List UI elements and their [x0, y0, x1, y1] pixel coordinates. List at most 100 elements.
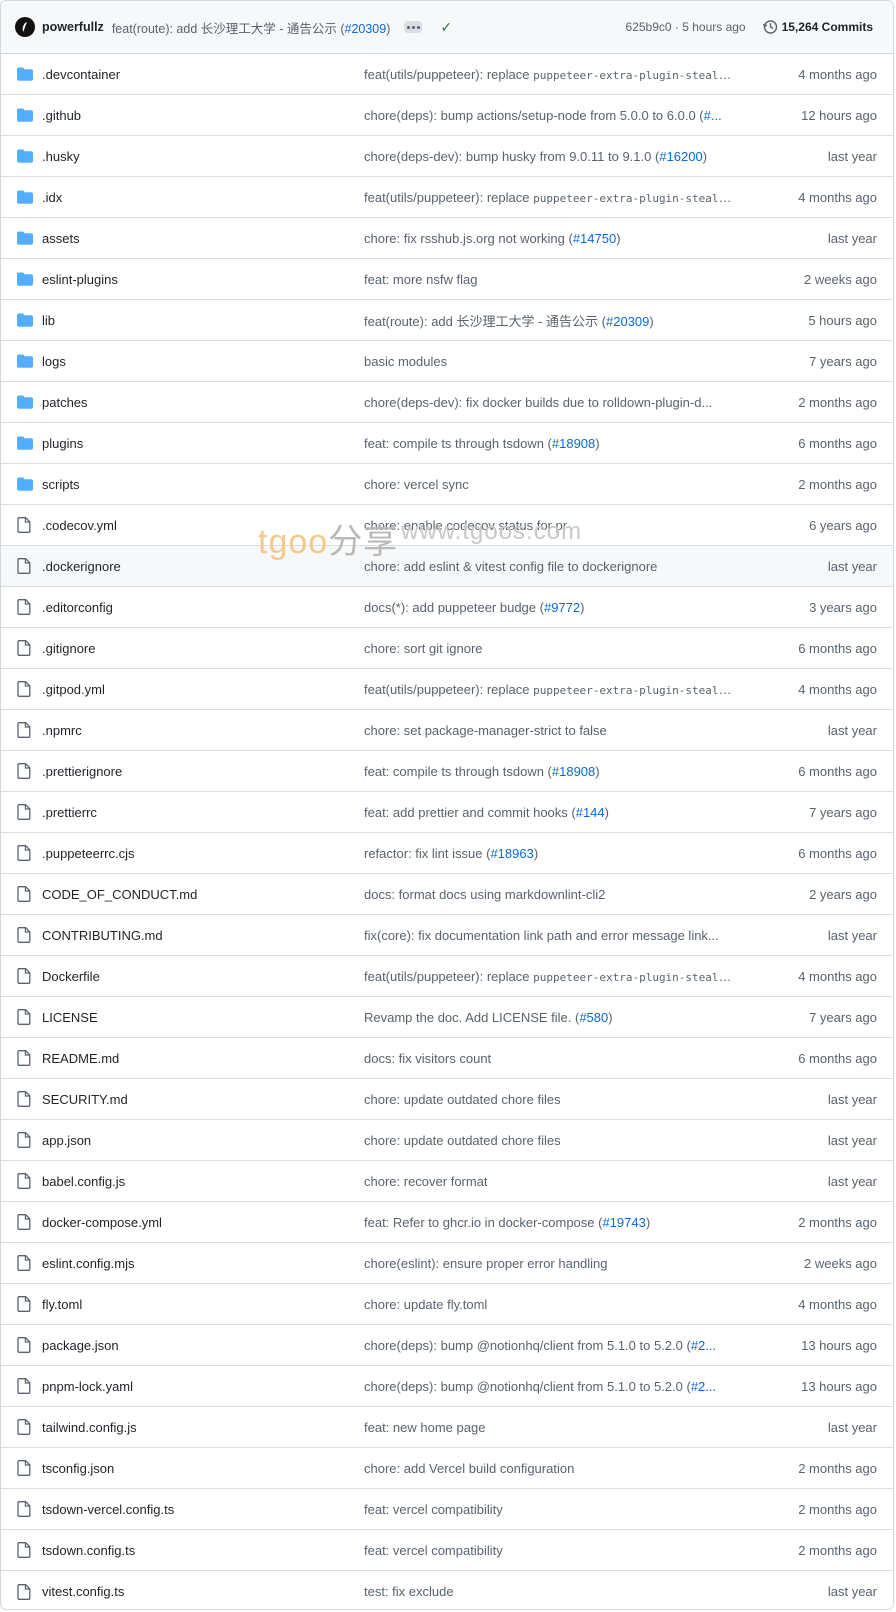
commit-pr-link[interactable]: #18908	[552, 764, 595, 779]
commit-message-link[interactable]: chore: set package-manager-strict to fal…	[364, 723, 740, 738]
table-row[interactable]: .prettierignore feat: compile ts through …	[1, 751, 893, 792]
commit-text[interactable]: chore: enable codecov status for pr	[364, 518, 567, 533]
commit-message-link[interactable]: chore: add Vercel build configuration	[364, 1461, 740, 1476]
commit-text[interactable]: chore: update outdated chore files	[364, 1133, 561, 1148]
commit-message-link[interactable]: chore: fix rsshub.js.org not working (#1…	[364, 231, 740, 246]
commit-age[interactable]: 2 weeks ago	[740, 272, 893, 287]
commit-age[interactable]: 6 months ago	[740, 764, 893, 779]
commit-text[interactable]: fix(core): fix documentation link path a…	[364, 928, 719, 943]
file-name-link[interactable]: CODE_OF_CONDUCT.md	[42, 887, 364, 902]
file-name-link[interactable]: docker-compose.yml	[42, 1215, 364, 1230]
file-name-link[interactable]: lib	[42, 313, 364, 328]
file-name-link[interactable]: babel.config.js	[42, 1174, 364, 1189]
commit-text[interactable]: chore: fix rsshub.js.org not working (	[364, 231, 573, 246]
table-row[interactable]: tailwind.config.js feat: new home page las…	[1, 1407, 893, 1448]
commit-age[interactable]: 3 years ago	[740, 600, 893, 615]
table-row[interactable]: tsdown.config.ts feat: vercel compatibili…	[1, 1530, 893, 1571]
commit-message-link[interactable]: feat: compile ts through tsdown (#18908)	[364, 764, 740, 779]
commit-age[interactable]: last year	[740, 1174, 893, 1189]
commit-age[interactable]: 5 hours ago	[740, 313, 893, 328]
expand-commit-button[interactable]	[404, 21, 423, 33]
commit-age[interactable]: 6 years ago	[740, 518, 893, 533]
table-row[interactable]: README.md docs: fix visitors count 6 month…	[1, 1038, 893, 1079]
commit-text[interactable]: docs(*): add puppeteer budge (	[364, 600, 544, 615]
commit-age[interactable]: 2 months ago	[740, 395, 893, 410]
commit-text[interactable]: feat: vercel compatibility	[364, 1543, 503, 1558]
commit-message-link[interactable]: chore(deps): bump actions/setup-node fro…	[364, 108, 740, 123]
commit-message-link[interactable]: feat(utils/puppeteer): replace puppeteer…	[364, 969, 740, 984]
table-row[interactable]: patches chore(deps-dev): fix docker build…	[1, 382, 893, 423]
commit-age[interactable]: last year	[740, 559, 893, 574]
table-row[interactable]: .npmrc chore: set package-manager-strict …	[1, 710, 893, 751]
commit-message-link[interactable]: chore: update outdated chore files	[364, 1133, 740, 1148]
commit-text[interactable]: chore: set package-manager-strict to fal…	[364, 723, 607, 738]
file-name-link[interactable]: vitest.config.ts	[42, 1584, 364, 1599]
commit-age[interactable]: last year	[740, 1133, 893, 1148]
commit-age[interactable]: 12 hours ago	[740, 108, 893, 123]
file-name-link[interactable]: assets	[42, 231, 364, 246]
file-name-link[interactable]: tsdown-vercel.config.ts	[42, 1502, 364, 1517]
commit-message-link[interactable]: docs: fix visitors count	[364, 1051, 740, 1066]
commit-text[interactable]: chore(deps-dev): fix docker builds due t…	[364, 395, 712, 410]
commit-pr-link[interactable]: #20309	[345, 22, 387, 36]
commit-text[interactable]: docs: fix visitors count	[364, 1051, 491, 1066]
table-row[interactable]: Dockerfile feat(utils/puppeteer): replace…	[1, 956, 893, 997]
commit-message-link[interactable]: chore: update fly.toml	[364, 1297, 740, 1312]
commit-text[interactable]: feat(utils/puppeteer): replace	[364, 190, 533, 205]
file-name-link[interactable]: README.md	[42, 1051, 364, 1066]
commit-pr-link[interactable]: #16200	[659, 149, 702, 164]
commit-age[interactable]: 7 years ago	[740, 805, 893, 820]
file-name-link[interactable]: .codecov.yml	[42, 518, 364, 533]
commit-age[interactable]: 4 months ago	[740, 1297, 893, 1312]
commit-message-link[interactable]: chore(deps): bump @notionhq/client from …	[364, 1338, 740, 1353]
table-row[interactable]: CONTRIBUTING.md fix(core): fix documentat…	[1, 915, 893, 956]
commit-pr-link[interactable]: #9772	[544, 600, 580, 615]
table-row[interactable]: fly.toml chore: update fly.toml 4 months a…	[1, 1284, 893, 1325]
table-row[interactable]: .codecov.yml chore: enable codecov status…	[1, 505, 893, 546]
commits-history-link[interactable]: 15,264 Commits	[762, 19, 873, 35]
file-name-link[interactable]: tsconfig.json	[42, 1461, 364, 1476]
file-name-link[interactable]: eslint-plugins	[42, 272, 364, 287]
commit-age[interactable]: 2 months ago	[740, 1543, 893, 1558]
commit-age[interactable]: last year	[740, 1092, 893, 1107]
file-name-link[interactable]: .prettierignore	[42, 764, 364, 779]
commit-message-link[interactable]: chore: enable codecov status for pr	[364, 518, 740, 533]
commit-text[interactable]: feat: add prettier and commit hooks (	[364, 805, 576, 820]
table-row[interactable]: .editorconfig docs(*): add puppeteer budg…	[1, 587, 893, 628]
commit-message-link[interactable]: basic modules	[364, 354, 740, 369]
file-name-link[interactable]: package.json	[42, 1338, 364, 1353]
commit-text[interactable]: basic modules	[364, 354, 447, 369]
commit-message-link[interactable]: feat: Refer to ghcr.io in docker-compose…	[364, 1215, 740, 1230]
commit-pr-link[interactable]: #20309	[606, 314, 649, 329]
table-row[interactable]: eslint.config.mjs chore(eslint): ensure p…	[1, 1243, 893, 1284]
commit-text[interactable]: chore(deps-dev): bump husky from 9.0.11 …	[364, 149, 659, 164]
commit-pr-link[interactable]: #144	[576, 805, 605, 820]
commit-text[interactable]: chore: add eslint & vitest config file t…	[364, 559, 657, 574]
commit-pr-link[interactable]: #2...	[691, 1338, 716, 1353]
table-row[interactable]: .gitpod.yml feat(utils/puppeteer): replac…	[1, 669, 893, 710]
commit-code[interactable]: puppeteer-extra-plugin-stealt...	[533, 682, 740, 697]
commit-text[interactable]: chore: sort git ignore	[364, 641, 483, 656]
table-row[interactable]: scripts chore: vercel sync 2 months ago	[1, 464, 893, 505]
commit-pr-link[interactable]: #18908	[552, 436, 595, 451]
commit-age[interactable]: 6 months ago	[740, 436, 893, 451]
commit-age[interactable]: 4 months ago	[740, 190, 893, 205]
commit-message-link[interactable]: Revamp the doc. Add LICENSE file. (#580)	[364, 1010, 740, 1025]
commit-message-text[interactable]: feat(route): add 长沙理工大学 - 通告公示 (	[112, 22, 345, 36]
commit-text[interactable]: feat(route): add 长沙理工大学 - 通告公示 (	[364, 314, 606, 329]
file-name-link[interactable]: eslint.config.mjs	[42, 1256, 364, 1271]
file-name-link[interactable]: .editorconfig	[42, 600, 364, 615]
commit-message-link[interactable]: feat(utils/puppeteer): replace puppeteer…	[364, 190, 740, 205]
table-row[interactable]: assets chore: fix rsshub.js.org not worki…	[1, 218, 893, 259]
table-row[interactable]: eslint-plugins feat: more nsfw flag 2 week…	[1, 259, 893, 300]
commit-text[interactable]: chore: vercel sync	[364, 477, 469, 492]
table-row[interactable]: .github chore(deps): bump actions/setup-n…	[1, 95, 893, 136]
commit-age[interactable]: 13 hours ago	[740, 1379, 893, 1394]
commit-age[interactable]: last year	[740, 928, 893, 943]
commit-age[interactable]: last year	[740, 1420, 893, 1435]
commit-age[interactable]: 4 months ago	[740, 969, 893, 984]
commit-text[interactable]: chore: add Vercel build configuration	[364, 1461, 574, 1476]
commit-text[interactable]: feat: compile ts through tsdown (	[364, 436, 552, 451]
commit-pr-link[interactable]: #18963	[490, 846, 533, 861]
table-row[interactable]: .idx feat(utils/puppeteer): replace puppe…	[1, 177, 893, 218]
